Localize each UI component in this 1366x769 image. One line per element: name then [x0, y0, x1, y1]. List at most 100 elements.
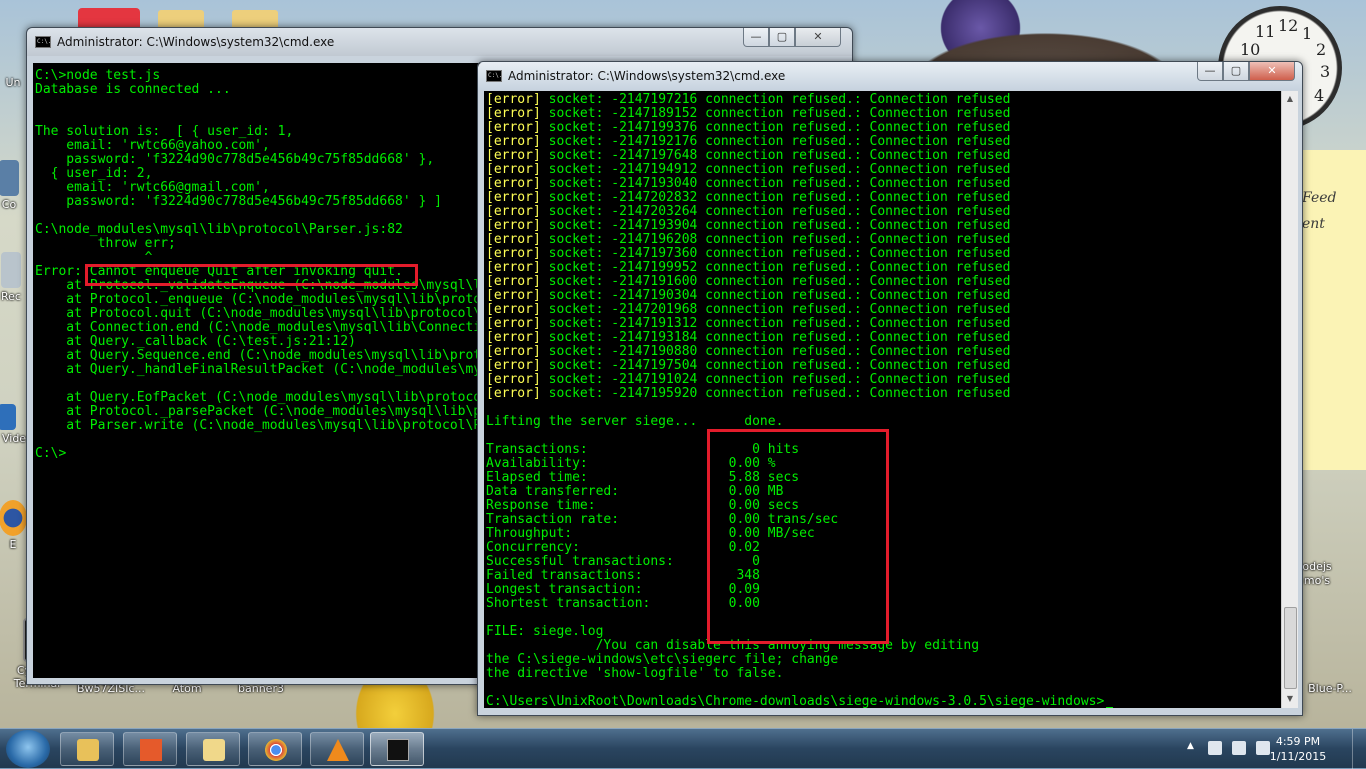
- clock-date: 1/11/2015: [1269, 750, 1327, 763]
- error-message: connection refused.: Connection refused: [697, 218, 1011, 233]
- error-tag: [error]: [486, 288, 541, 303]
- desktop-icon-label: Un: [5, 76, 21, 89]
- cmd-window-2[interactable]: C:\. Administrator: C:\Windows\system32\…: [477, 61, 1303, 716]
- error-prefix: socket:: [540, 232, 612, 247]
- socket-id: -2147191600: [611, 274, 698, 289]
- socket-id: -2147193184: [611, 330, 698, 345]
- socket-id: -2147190304: [611, 288, 698, 303]
- error-line: [error] socket: -2147191600 connection r…: [486, 275, 1010, 289]
- clock-4: 4: [1314, 86, 1325, 105]
- console-line: FILE: siege.log: [486, 624, 604, 639]
- taskbar-metro[interactable]: [123, 732, 177, 766]
- stat-label: Availability:: [486, 456, 674, 471]
- error-prefix: socket:: [540, 302, 612, 317]
- tray-flag-icon[interactable]: [1232, 741, 1246, 755]
- cmd-window-2-titlebar[interactable]: C:\. Administrator: C:\Windows\system32\…: [478, 62, 1302, 90]
- error-line: [error] socket: -2147190304 connection r…: [486, 289, 1010, 303]
- error-prefix: socket:: [540, 134, 612, 149]
- socket-id: -2147197216: [611, 92, 698, 107]
- vertical-scrollbar[interactable]: ▲ ▼: [1281, 91, 1298, 708]
- system-clock[interactable]: 4:59 PM 1/11/2015: [1268, 734, 1328, 764]
- error-prefix: socket:: [540, 358, 612, 373]
- error-highlight-box: [85, 264, 418, 286]
- cmd-window-1-titlebar[interactable]: C:\. Administrator: C:\Windows\system32\…: [27, 28, 852, 56]
- taskbar-explorer[interactable]: [60, 732, 114, 766]
- error-line: [error] socket: -2147196208 connection r…: [486, 233, 1010, 247]
- clock-1: 1: [1302, 24, 1313, 43]
- note-line: Feed: [1302, 190, 1337, 206]
- desktop-icon-blue[interactable]: Blue-P...: [1300, 682, 1360, 695]
- console-line: C:\>: [35, 446, 67, 461]
- cmd-icon: C:\.: [35, 36, 51, 48]
- socket-id: -2147197360: [611, 246, 698, 261]
- show-desktop-button[interactable]: [1352, 729, 1366, 769]
- maximize-button[interactable]: ▢: [769, 28, 795, 47]
- error-message: connection refused.: Connection refused: [697, 302, 1011, 317]
- folder-icon: [203, 739, 225, 761]
- error-tag: [error]: [486, 218, 541, 233]
- minimize-button[interactable]: —: [743, 28, 769, 47]
- clock-2: 2: [1316, 40, 1327, 59]
- error-tag: [error]: [486, 148, 541, 163]
- minimize-button[interactable]: —: [1197, 62, 1223, 81]
- error-tag: [error]: [486, 162, 541, 177]
- error-message: connection refused.: Connection refused: [697, 358, 1011, 373]
- stat-label: Longest transaction:: [486, 582, 674, 597]
- taskbar-cmd[interactable]: [370, 732, 424, 766]
- taskbar-folder[interactable]: [186, 732, 240, 766]
- stat-label: Failed transactions:: [486, 568, 674, 583]
- close-button[interactable]: ✕: [795, 28, 841, 47]
- console-line: the directive 'show-logfile' to false.: [486, 666, 784, 681]
- tray-network-icon[interactable]: [1208, 741, 1222, 755]
- socket-id: -2147195920: [611, 386, 698, 401]
- socket-id: -2147203264: [611, 204, 698, 219]
- error-message: connection refused.: Connection refused: [697, 120, 1011, 135]
- stats-highlight-box: [707, 429, 889, 644]
- scrollbar-thumb[interactable]: [1284, 607, 1297, 689]
- scroll-down-arrow[interactable]: ▼: [1283, 691, 1297, 707]
- error-line: [error] socket: -2147197504 connection r…: [486, 359, 1010, 373]
- stat-label: Throughput:: [486, 526, 674, 541]
- error-line: [error] socket: -2147203264 connection r…: [486, 205, 1010, 219]
- explorer-icon: [77, 739, 99, 761]
- start-button[interactable]: [6, 730, 50, 768]
- error-message: connection refused.: Connection refused: [697, 316, 1011, 331]
- error-prefix: socket:: [540, 162, 612, 177]
- error-tag: [error]: [486, 190, 541, 205]
- console-line: C:\>node test.js: [35, 68, 161, 83]
- socket-id: -2147197648: [611, 148, 698, 163]
- console-line: password: 'f3224d90c778d5e456b49c75f85dd…: [35, 152, 435, 167]
- taskbar-chrome[interactable]: [248, 732, 302, 766]
- error-message: connection refused.: Connection refused: [697, 330, 1011, 345]
- socket-id: -2147193904: [611, 218, 698, 233]
- error-tag: [error]: [486, 106, 541, 121]
- error-prefix: socket:: [540, 190, 612, 205]
- error-tag: [error]: [486, 176, 541, 191]
- error-tag: [error]: [486, 246, 541, 261]
- error-prefix: socket:: [540, 386, 612, 401]
- console-line: { user_id: 2,: [35, 166, 153, 181]
- maximize-button[interactable]: ▢: [1223, 62, 1249, 81]
- tray-arrow-icon[interactable]: ▲: [1187, 741, 1194, 751]
- error-message: connection refused.: Connection refused: [697, 372, 1011, 387]
- error-prefix: socket:: [540, 204, 612, 219]
- console-line: email: 'rwtc66@gmail.com',: [35, 180, 270, 195]
- console-line: The solution is: [ { user_id: 1,: [35, 124, 294, 139]
- close-button[interactable]: ✕: [1249, 62, 1295, 81]
- cmd-icon: C:\.: [486, 70, 502, 82]
- metro-icon: [140, 739, 162, 761]
- taskbar-vlc[interactable]: [310, 732, 364, 766]
- error-message: connection refused.: Connection refused: [697, 274, 1011, 289]
- error-prefix: socket:: [540, 344, 612, 359]
- cmd-window-1-title: Administrator: C:\Windows\system32\cmd.e…: [57, 35, 335, 49]
- error-tag: [error]: [486, 260, 541, 275]
- error-message: connection refused.: Connection refused: [697, 386, 1011, 401]
- scroll-up-arrow[interactable]: ▲: [1283, 91, 1297, 107]
- error-tag: [error]: [486, 386, 541, 401]
- error-prefix: socket:: [540, 372, 612, 387]
- clock-11: 11: [1255, 22, 1276, 41]
- desktop-icon-label: Ai Vide: [0, 432, 27, 445]
- socket-id: -2147193040: [611, 176, 698, 191]
- stat-label: Response time:: [486, 498, 674, 513]
- error-prefix: socket:: [540, 246, 612, 261]
